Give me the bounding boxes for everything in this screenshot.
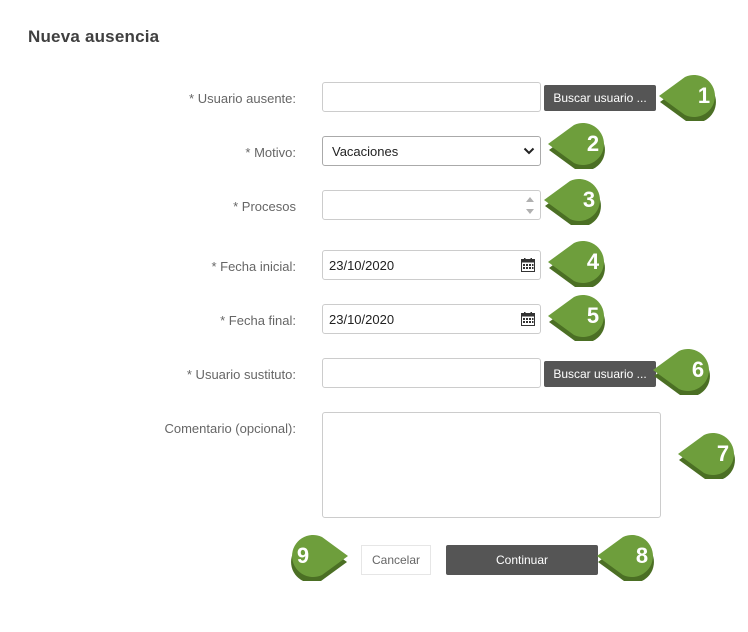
usuario-sustituto-label: * Usuario sustituto: — [186, 367, 296, 382]
callout-marker-5: 5 — [546, 295, 616, 341]
fecha-inicial-label: * Fecha inicial: — [211, 259, 296, 274]
fecha-final-input[interactable]: 23/10/2020 — [322, 304, 541, 334]
chevron-down-icon — [518, 147, 540, 155]
buscar-usuario-sustituto-button[interactable]: Buscar usuario ... — [544, 361, 656, 387]
motivo-label: * Motivo: — [245, 145, 296, 160]
continue-button[interactable]: Continuar — [446, 545, 598, 575]
calendar-icon[interactable] — [516, 256, 540, 274]
motivo-selected-value: Vacaciones — [332, 143, 399, 159]
callout-marker-8: 8 — [595, 535, 665, 581]
usuario-sustituto-input[interactable] — [322, 358, 541, 388]
callout-marker-1: 1 — [657, 75, 727, 121]
callout-marker-9: 9 — [280, 535, 350, 581]
cancel-button[interactable]: Cancelar — [361, 545, 431, 575]
callout-marker-7: 7 — [676, 433, 746, 479]
fecha-final-label: * Fecha final: — [220, 313, 296, 328]
fecha-inicial-input[interactable]: 23/10/2020 — [322, 250, 541, 280]
procesos-input[interactable] — [322, 190, 541, 220]
usuario-ausente-label: * Usuario ausente: — [189, 91, 296, 106]
buscar-usuario-ausente-button[interactable]: Buscar usuario ... — [544, 85, 656, 111]
motivo-select[interactable]: Vacaciones — [322, 136, 541, 166]
callout-marker-6: 6 — [651, 349, 721, 395]
callout-marker-4: 4 — [546, 241, 616, 287]
comentario-textarea[interactable] — [322, 412, 661, 518]
fecha-inicial-value: 23/10/2020 — [329, 257, 395, 273]
callout-marker-2: 2 — [546, 123, 616, 169]
calendar-icon[interactable] — [516, 310, 540, 328]
callout-marker-3: 3 — [542, 179, 612, 225]
fecha-final-value: 23/10/2020 — [329, 311, 395, 327]
spinner-arrows-icon[interactable] — [523, 193, 537, 217]
comentario-label: Comentario (opcional): — [164, 421, 296, 436]
usuario-ausente-input[interactable] — [322, 82, 541, 112]
page-title: Nueva ausencia — [28, 27, 160, 46]
procesos-label: * Procesos — [233, 199, 296, 214]
